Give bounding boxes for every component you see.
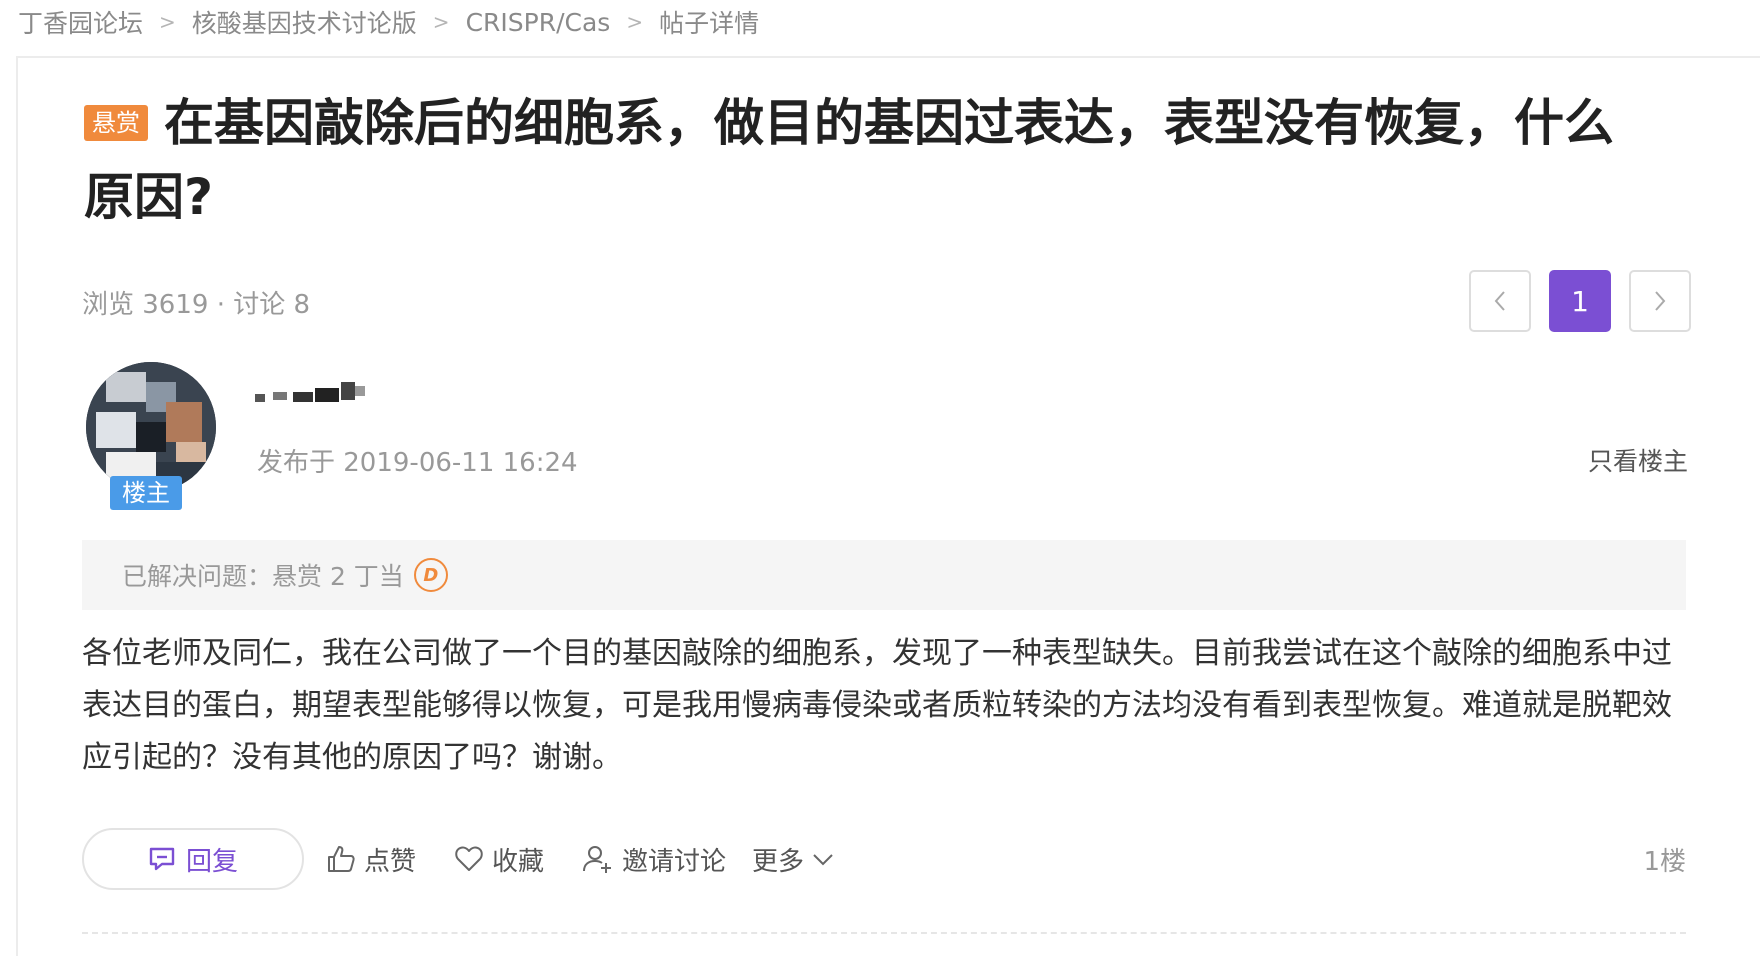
favorite-button[interactable]: 收藏 bbox=[454, 828, 544, 890]
avatar[interactable] bbox=[86, 362, 216, 492]
chevron-right-icon bbox=[1655, 291, 1666, 311]
solved-status-bar: 已解决问题：悬赏 2 丁当 D bbox=[82, 540, 1686, 610]
comment-icon bbox=[149, 847, 175, 871]
chevron-left-icon bbox=[1494, 291, 1505, 311]
author-username[interactable] bbox=[255, 382, 375, 412]
chevron-down-icon bbox=[813, 854, 833, 866]
divider bbox=[82, 932, 1686, 934]
prev-page-button[interactable] bbox=[1469, 270, 1531, 332]
more-label: 更多 bbox=[752, 846, 805, 877]
post-stats: 浏览 3619 · 讨论 8 bbox=[82, 290, 311, 320]
breadcrumb-item-category[interactable]: CRISPR/Cas bbox=[466, 8, 611, 37]
floor-number: 1楼 bbox=[1643, 846, 1686, 877]
page-button-current[interactable]: 1 bbox=[1549, 270, 1611, 332]
coin-icon: D bbox=[413, 558, 448, 592]
owner-badge: 楼主 bbox=[110, 476, 182, 510]
bounty-tag: 悬赏 bbox=[84, 105, 148, 141]
like-label: 点赞 bbox=[364, 846, 417, 877]
favorite-label: 收藏 bbox=[492, 846, 545, 877]
post-content: 各位老师及同仁，我在公司做了一个目的基因敲除的细胞系，发现了一种表型缺失。目前我… bbox=[82, 636, 1672, 775]
post-title: 悬赏 在基因敲除后的细胞系，做目的基因过表达，表型没有恢复，什么原因? bbox=[84, 86, 1644, 234]
more-button[interactable]: 更多 bbox=[752, 828, 844, 890]
breadcrumb-item-forum[interactable]: 丁香园论坛 bbox=[18, 4, 143, 40]
pagination: 1 bbox=[1469, 270, 1691, 332]
post-actions: 回复 点赞 收藏 邀请讨论 更多 1楼 bbox=[82, 828, 1686, 892]
author-avatar-block[interactable]: 楼主 bbox=[86, 362, 216, 514]
breadcrumb-separator: > bbox=[626, 10, 644, 34]
breadcrumb: 丁香园论坛 > 核酸基因技术讨论版 > CRISPR/Cas > 帖子详情 bbox=[18, 0, 759, 44]
post-title-text: 在基因敲除后的细胞系，做目的基因过表达，表型没有恢复，什么原因? bbox=[84, 94, 1614, 226]
only-owner-link[interactable]: 只看楼主 bbox=[1588, 442, 1688, 478]
breadcrumb-item-current: 帖子详情 bbox=[659, 9, 760, 38]
reply-button[interactable]: 回复 bbox=[82, 828, 304, 890]
breadcrumb-separator: > bbox=[432, 10, 450, 34]
invite-label: 邀请讨论 bbox=[622, 846, 727, 877]
invite-discussion-button[interactable]: 邀请讨论 bbox=[582, 828, 726, 890]
next-page-button[interactable] bbox=[1629, 270, 1691, 332]
reply-label: 回复 bbox=[185, 846, 238, 877]
post-published-time: 发布于 2019-06-11 16:24 bbox=[257, 448, 578, 478]
thumbs-up-icon bbox=[328, 846, 355, 872]
breadcrumb-item-board[interactable]: 核酸基因技术讨论版 bbox=[192, 4, 417, 40]
breadcrumb-separator: > bbox=[159, 10, 176, 34]
add-user-icon bbox=[583, 846, 611, 873]
solved-status-text: 已解决问题：悬赏 2 丁当 bbox=[122, 562, 404, 591]
like-button[interactable]: 点赞 bbox=[326, 828, 416, 890]
heart-icon bbox=[455, 846, 483, 871]
